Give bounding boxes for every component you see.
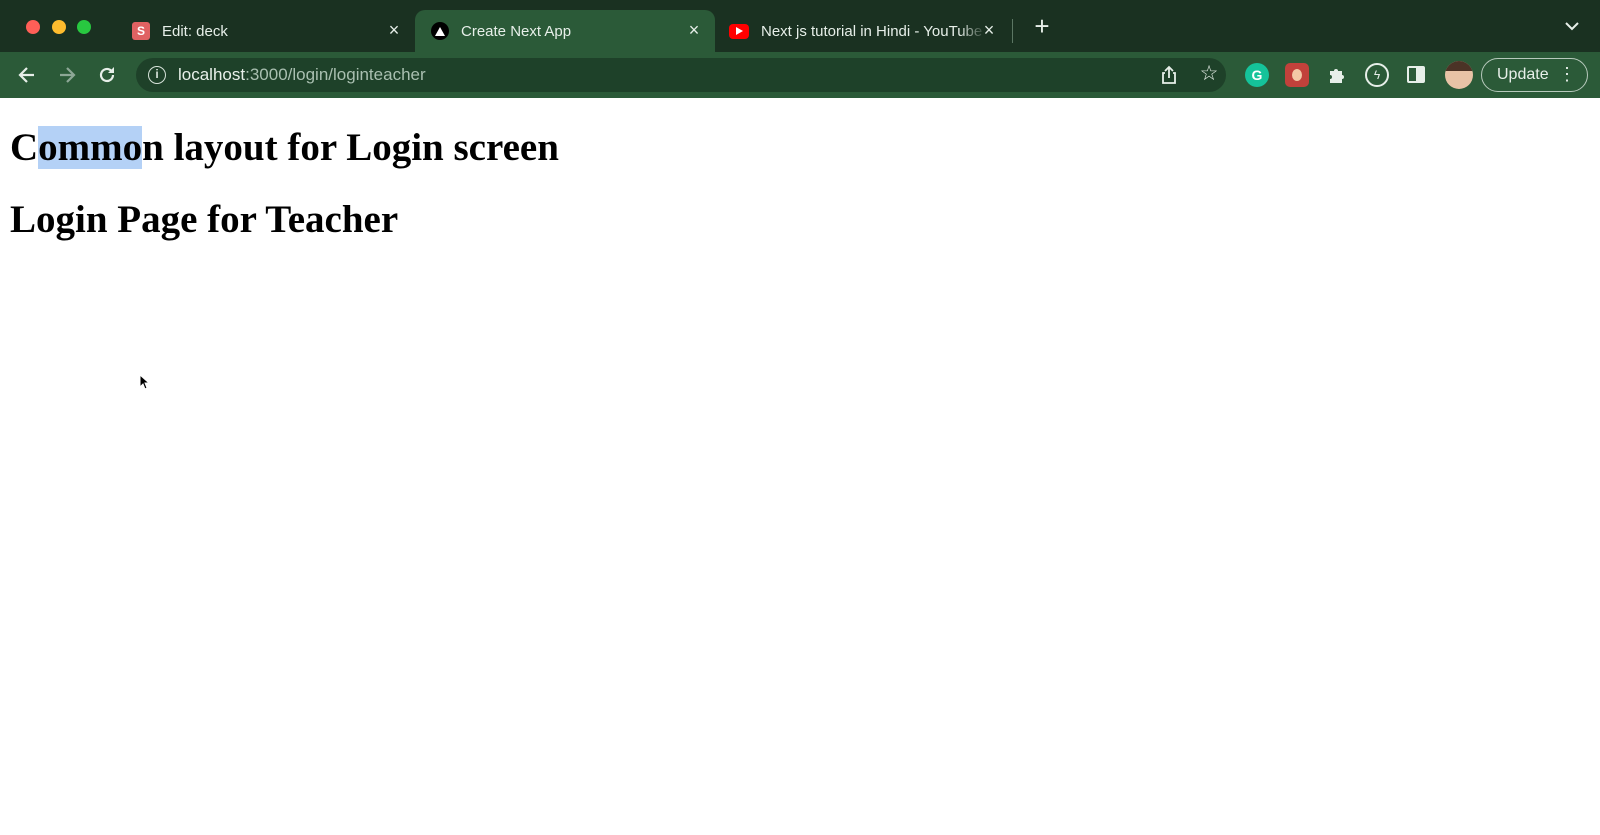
tab-title: Edit: deck — [162, 22, 228, 40]
side-panel-icon[interactable] — [1407, 66, 1425, 83]
info-icon[interactable]: i — [148, 66, 166, 84]
forward-button[interactable] — [54, 62, 80, 88]
page-title: Login Page for Teacher — [10, 198, 399, 241]
update-button[interactable]: Update ⋮ — [1481, 58, 1588, 92]
tab-edit-deck[interactable]: S Edit: deck × — [120, 10, 415, 52]
tab-strip: S Edit: deck × Create Next App × Next js… — [0, 0, 1600, 52]
layout-heading-prefix: C — [10, 126, 39, 169]
url-path: :3000/login/loginteacher — [245, 65, 426, 84]
layout-heading-suffix: n layout for Login screen — [142, 126, 559, 169]
text-selection: ommo — [38, 126, 143, 169]
url-host: localhost — [178, 65, 246, 84]
update-label: Update — [1497, 66, 1549, 83]
close-tab-icon[interactable]: × — [385, 21, 403, 39]
browser-chrome: S Edit: deck × Create Next App × Next js… — [0, 0, 1600, 98]
avatar[interactable] — [1445, 61, 1473, 89]
tab-title: Create Next App — [461, 22, 572, 40]
tab-create-next-app[interactable]: Create Next App × — [415, 10, 715, 52]
tab-title: Next js tutorial in Hindi - YouTube — [761, 22, 983, 40]
tab-youtube[interactable]: Next js tutorial in Hindi - YouTube × — [715, 10, 1010, 52]
slides-icon: S — [132, 22, 150, 40]
reload-button[interactable] — [94, 62, 120, 88]
layout-heading: Common layout for Login screen — [10, 125, 559, 170]
bolt-icon[interactable]: ϟ — [1365, 63, 1389, 87]
close-tab-icon[interactable]: × — [980, 21, 998, 39]
back-button[interactable] — [14, 62, 40, 88]
grammarly-icon[interactable]: G — [1245, 63, 1269, 87]
bookmark-star-icon[interactable]: ☆ — [1198, 62, 1220, 85]
puzzle-icon[interactable] — [1325, 63, 1349, 87]
close-window-button[interactable] — [26, 20, 40, 34]
mouse-cursor-icon — [139, 373, 151, 395]
nextjs-icon — [431, 22, 449, 40]
browser-toolbar: i localhost:3000/login/loginteacher ☆ G … — [0, 52, 1600, 98]
new-tab-button[interactable]: + — [1030, 13, 1054, 39]
url-text[interactable]: localhost:3000/login/loginteacher — [178, 65, 426, 85]
chevron-down-icon[interactable] — [1562, 18, 1582, 38]
tab-divider — [1012, 19, 1013, 43]
bug-extension-icon[interactable] — [1285, 63, 1309, 87]
close-tab-icon[interactable]: × — [685, 21, 703, 39]
more-menu-icon[interactable]: ⋮ — [1558, 59, 1576, 89]
share-icon[interactable] — [1158, 64, 1180, 86]
address-bar[interactable]: i localhost:3000/login/loginteacher ☆ — [136, 58, 1226, 92]
maximize-window-button[interactable] — [77, 20, 91, 34]
page-content: Common layout for Login screen Login Pag… — [0, 98, 1600, 835]
youtube-icon — [729, 23, 749, 39]
minimize-window-button[interactable] — [52, 20, 66, 34]
